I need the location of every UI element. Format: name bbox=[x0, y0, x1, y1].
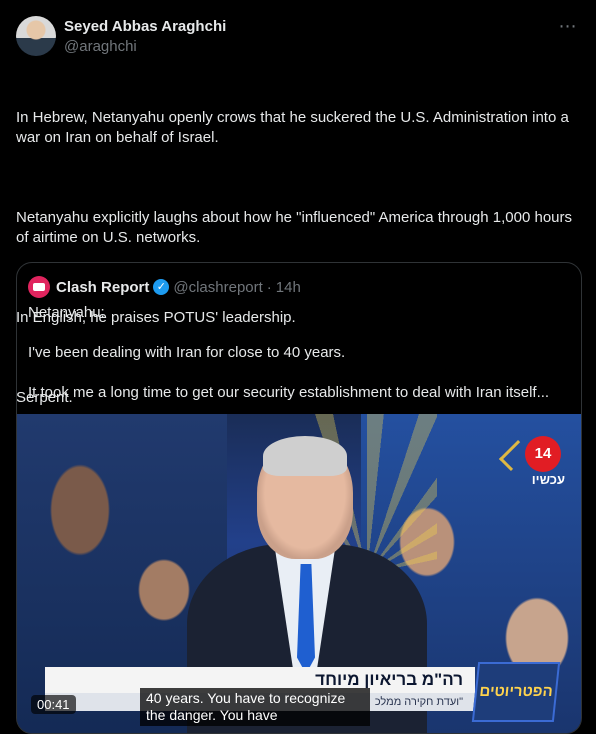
quoted-timestamp[interactable]: 14h bbox=[276, 279, 301, 296]
quoted-author-handle[interactable]: @clashreport bbox=[173, 279, 262, 296]
quoted-tweet[interactable]: Clash Report ✓ @clashreport · 14h Netany… bbox=[16, 262, 582, 734]
tweet-header: Seyed Abbas Araghchi @araghchi ⋯ bbox=[16, 16, 580, 60]
video-speaker-hair bbox=[263, 436, 347, 476]
quoted-body: Netanyahu: I've been dealing with Iran f… bbox=[28, 303, 573, 423]
video-player[interactable]: 14 עכשיו רה"מ בריאיון מיוחד "ועדת חקירה … bbox=[17, 414, 581, 733]
verified-icon: ✓ bbox=[153, 279, 170, 295]
video-caption: 40 years. You have to recognize the dang… bbox=[140, 688, 370, 726]
channel-logo-sub: עכשיו bbox=[531, 472, 565, 487]
quoted-author-name[interactable]: Clash Report bbox=[56, 279, 149, 296]
author-handle[interactable]: @araghchi bbox=[64, 38, 137, 55]
author-name[interactable]: Seyed Abbas Araghchi bbox=[64, 18, 226, 35]
quoted-paragraph: It took me a long time to get our securi… bbox=[28, 384, 550, 401]
channel-logo: 14 bbox=[525, 436, 561, 472]
quoted-paragraph: Netanyahu: bbox=[28, 304, 105, 321]
tweet-paragraph: In Hebrew, Netanyahu openly crows that h… bbox=[16, 109, 573, 146]
quoted-header: Clash Report ✓ @clashreport · 14h bbox=[28, 276, 301, 298]
tweet-paragraph: Netanyahu explicitly laughs about how he… bbox=[16, 209, 577, 246]
author-avatar[interactable] bbox=[16, 16, 56, 56]
more-icon[interactable]: ⋯ bbox=[556, 16, 580, 40]
quoted-avatar[interactable] bbox=[28, 276, 50, 298]
show-logo: הפטריוטים bbox=[471, 662, 561, 722]
quoted-paragraph: I've been dealing with Iran for close to… bbox=[28, 344, 346, 361]
video-timestamp: 00:41 bbox=[31, 695, 76, 714]
separator-dot: · bbox=[266, 278, 272, 296]
